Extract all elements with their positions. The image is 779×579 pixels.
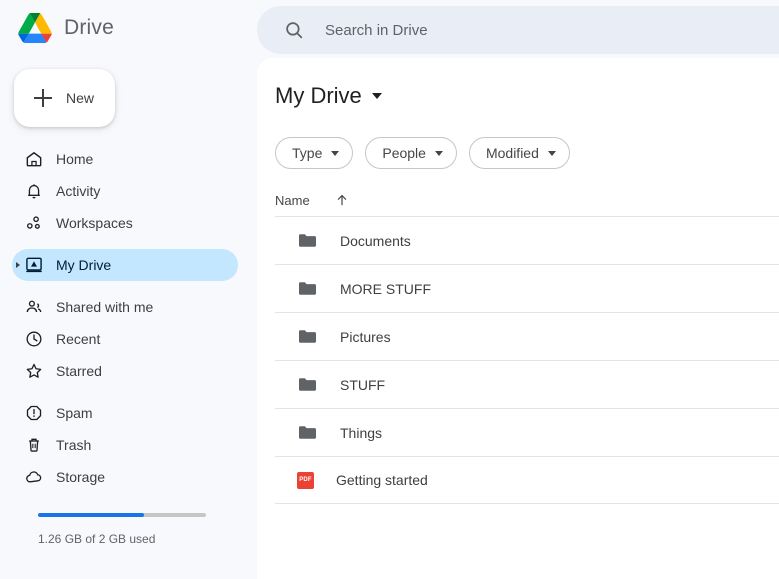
sidebar-item-recent[interactable]: Recent [12, 323, 238, 355]
sidebar-item-home[interactable]: Home [12, 143, 238, 175]
arrow-up-icon [337, 195, 346, 206]
filter-chip-type[interactable]: Type [275, 137, 354, 169]
folder-icon [299, 330, 316, 343]
sidebar-item-trash[interactable]: Trash [12, 429, 238, 461]
search-bar[interactable]: Search in Drive [257, 6, 779, 54]
storage-progress-fill [38, 513, 144, 517]
brand-name: Drive [64, 16, 115, 39]
folder-icon [299, 426, 316, 439]
new-button-label: New [66, 90, 95, 106]
plus-icon [34, 89, 52, 107]
storage-section: 1.26 GB of 2 GB used [38, 513, 206, 546]
bell-icon [28, 184, 40, 199]
people-icon [26, 300, 42, 313]
cloud-icon [26, 471, 42, 483]
sidebar-item-label: Storage [56, 469, 106, 485]
file-name: Documents [340, 232, 411, 249]
my-drive-icon [26, 257, 42, 273]
search-input[interactable]: Search in Drive [325, 22, 428, 39]
sidebar-item-label: Recent [56, 331, 101, 347]
search-icon [286, 22, 303, 39]
file-name: STUFF [340, 376, 386, 393]
page-title[interactable]: My Drive [275, 83, 382, 109]
star-icon [26, 363, 42, 378]
sidebar-item-label: Home [56, 151, 94, 167]
page-title-text: My Drive [275, 83, 362, 108]
file-list: Documents MORE STUFF Pictures STUFF Thin… [275, 216, 779, 504]
sidebar-item-my-drive[interactable]: My Drive [12, 249, 238, 281]
pdf-icon-label: PDF [299, 477, 312, 483]
pdf-icon: PDF [297, 471, 314, 489]
folder-icon [299, 282, 316, 295]
sidebar-item-label: Activity [56, 183, 101, 199]
new-button[interactable]: New [14, 69, 115, 127]
filter-chip-label: Type [292, 145, 323, 161]
filter-chip-label: People [382, 145, 426, 161]
sidebar-item-label: Spam [56, 405, 93, 421]
column-header-label: Name [275, 192, 310, 208]
sidebar-item-spam[interactable]: Spam [12, 397, 238, 429]
sidebar-item-label: Trash [56, 437, 92, 453]
table-row[interactable]: PDF Getting started [275, 456, 779, 504]
drive-app: Drive New Home Activity Workspaces My Dr… [0, 0, 779, 579]
sidebar-item-label: My Drive [56, 257, 112, 273]
sidebar-item-label: Shared with me [56, 299, 154, 315]
sidebar-item-label: Workspaces [56, 215, 133, 231]
sidebar-item-storage[interactable]: Storage [12, 461, 238, 493]
table-row[interactable]: MORE STUFF [275, 264, 779, 312]
chevron-down-icon [434, 150, 443, 156]
trash-icon [29, 438, 39, 452]
sidebar-item-shared-with-me[interactable]: Shared with me [12, 291, 238, 323]
spam-icon [26, 405, 42, 421]
folder-icon [299, 234, 316, 247]
chevron-right-icon[interactable] [16, 262, 20, 268]
drive-logo-icon [18, 13, 52, 43]
file-name: MORE STUFF [340, 280, 431, 297]
main-panel: My Drive Type People Modified Name Docum… [257, 58, 779, 579]
filter-chip-modified[interactable]: Modified [468, 137, 570, 169]
file-name: Things [340, 424, 383, 441]
table-row[interactable]: STUFF [275, 360, 779, 408]
storage-progress-bar [38, 513, 206, 517]
table-row[interactable]: Pictures [275, 312, 779, 360]
column-header-name[interactable]: Name [275, 192, 350, 208]
home-icon [26, 151, 42, 167]
filter-chip-people[interactable]: People [365, 137, 457, 169]
brand[interactable]: Drive [0, 0, 257, 56]
sidebar: Drive New Home Activity Workspaces My Dr… [0, 0, 257, 579]
storage-usage-text: 1.26 GB of 2 GB used [38, 532, 156, 546]
table-row[interactable]: Things [275, 408, 779, 456]
sidebar-item-starred[interactable]: Starred [12, 355, 238, 387]
sidebar-item-activity[interactable]: Activity [12, 175, 238, 207]
chevron-down-icon [331, 150, 340, 156]
clock-icon [26, 331, 42, 347]
sidebar-item-label: Starred [56, 363, 102, 379]
filter-chip-label: Modified [485, 145, 539, 161]
file-name: Pictures [340, 328, 391, 345]
table-row[interactable]: Documents [275, 216, 779, 264]
file-name: Getting started [336, 472, 428, 488]
workspaces-icon [27, 216, 40, 229]
folder-icon [299, 378, 316, 391]
filter-chips: Type People Modified [275, 137, 570, 169]
sidebar-item-workspaces[interactable]: Workspaces [12, 207, 238, 239]
sidebar-nav: Home Activity Workspaces My Drive Shared… [0, 143, 257, 493]
chevron-down-icon[interactable] [371, 93, 382, 99]
chevron-down-icon [547, 150, 556, 156]
